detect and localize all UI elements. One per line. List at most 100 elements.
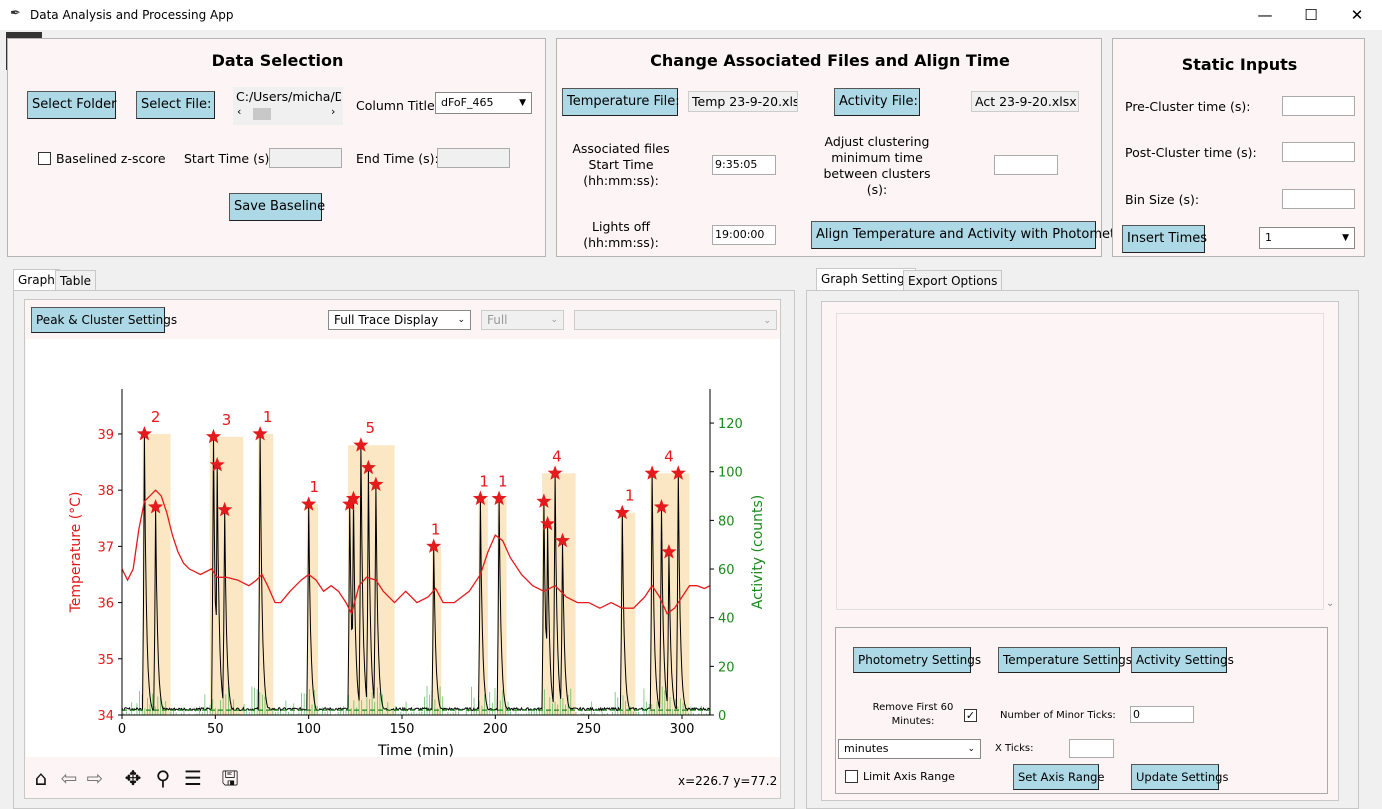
y-right-tick-label: 80 <box>718 514 735 529</box>
cluster-count-label: 4 <box>664 447 674 465</box>
tab-table[interactable]: Table <box>55 270 97 291</box>
column-title-select[interactable]: dFoF_465 ▼ <box>435 92 532 114</box>
home-icon[interactable]: ⌂ <box>28 766 54 790</box>
static-inputs-title: Static Inputs <box>1181 55 1298 74</box>
column-title-label: Column Title: <box>356 98 439 113</box>
configure-subplots-icon[interactable]: ☰ <box>180 766 206 790</box>
bin-size-input[interactable] <box>1282 189 1355 209</box>
lights-off-label: Lights off (hh:mm:ss): <box>583 219 659 250</box>
chevron-down-icon: ⌄ <box>457 315 465 325</box>
save-icon[interactable]: 🖫 <box>217 766 243 790</box>
y-right-tick-label: 20 <box>718 660 735 675</box>
y-left-tick-label: 36 <box>97 597 114 612</box>
maximize-button[interactable]: ☐ <box>1288 0 1334 30</box>
start-time-input[interactable]: 9:35:05 <box>712 155 776 175</box>
cluster-count-label: 1 <box>263 408 273 426</box>
save-baseline-button[interactable]: Save Baseline <box>229 193 325 221</box>
limit-axis-checkbox[interactable] <box>845 770 858 783</box>
cluster-time-input[interactable] <box>994 155 1058 175</box>
temperature-file-value: Temp 23-9-20.xlsx <box>688 91 798 112</box>
align-button[interactable]: Align Temperature and Activity with Phot… <box>811 221 1128 249</box>
peak-cluster-settings-button[interactable]: Peak & Cluster Settings <box>31 307 177 333</box>
scroll-right-icon[interactable]: › <box>331 105 335 118</box>
range-mode-select[interactable]: Full ⌄ <box>481 310 564 330</box>
settings-controls: Photometry Settings Temperature Settings… <box>835 627 1328 794</box>
scroll-down-icon[interactable]: ⌄ <box>1326 598 1334 609</box>
pre-cluster-input[interactable] <box>1282 96 1355 116</box>
pan-icon[interactable]: ✥ <box>120 766 146 790</box>
select-folder-button[interactable]: Select Folder <box>27 91 116 119</box>
range-mode-value: Full <box>487 313 508 327</box>
associated-files-panel: Change Associated Files and Align Time T… <box>556 38 1128 257</box>
data-selection-panel: Data Selection Select Folder Select File… <box>7 38 546 257</box>
baselined-checkbox[interactable] <box>38 152 51 165</box>
remove-first-checkbox[interactable]: ✓ <box>964 709 977 722</box>
display-mode-select[interactable]: Full Trace Display ⌄ <box>328 310 471 330</box>
post-cluster-input[interactable] <box>1282 142 1355 162</box>
close-button[interactable]: ✕ <box>1334 0 1380 30</box>
x-ticks-input[interactable] <box>1069 739 1114 758</box>
tab-export-options[interactable]: Export Options <box>903 270 1003 291</box>
start-time-label: Associated files Start Time (hh:mm:ss): <box>572 141 670 188</box>
window-title: Data Analysis and Processing App <box>30 8 234 22</box>
insert-times-button[interactable]: Insert Times <box>1122 225 1207 253</box>
trace-chart[interactable]: 0 50 100 150 200 250 3003435363738390204060801… <box>26 339 780 757</box>
temperature-settings-button[interactable]: Temperature Settings <box>998 647 1132 673</box>
cluster-count-label: 1 <box>625 487 635 505</box>
chevron-down-icon: ⌄ <box>763 316 771 326</box>
path-field[interactable]: C:/Users/micha/De ‹ › <box>233 87 343 125</box>
time-units-select[interactable]: minutes ⌄ <box>838 739 981 759</box>
end-time-input[interactable] <box>437 148 510 168</box>
y-axis-label-right: Activity (counts) <box>750 495 766 610</box>
remove-first-label: Remove First 60 Minutes: <box>872 702 954 727</box>
x-tick-label: 150 <box>390 722 415 737</box>
pre-cluster-label: Pre-Cluster time (s): <box>1125 99 1251 114</box>
select-file-button[interactable]: Select File: <box>136 91 215 119</box>
data-selection-title: Data Selection <box>211 51 344 70</box>
minimize-button[interactable]: — <box>1242 0 1288 30</box>
cluster-count-label: 4 <box>552 447 562 465</box>
chart-canvas[interactable]: 0 50 100 150 200 250 300 34 35 36 37 38 39 0 20 40 60 80 1… <box>26 339 780 757</box>
chevron-down-icon: ▼ <box>1342 233 1349 243</box>
cluster-count-label: 2 <box>151 408 161 426</box>
activity-settings-button[interactable]: Activity Settings <box>1131 647 1234 673</box>
x-tick-label: 300 <box>670 722 695 737</box>
scroll-left-icon[interactable]: ‹ <box>237 105 241 118</box>
photometry-settings-button[interactable]: Photometry Settings <box>853 647 981 673</box>
chevron-down-icon: ⌄ <box>967 744 975 754</box>
path-value: C:/Users/micha/De <box>236 89 341 104</box>
chevron-down-icon: ⌄ <box>550 315 558 325</box>
minor-ticks-label: Number of Minor Ticks: <box>1000 710 1116 721</box>
lights-off-input[interactable]: 19:00:00 <box>712 225 776 245</box>
path-scrollbar[interactable]: ‹ › <box>237 105 339 121</box>
graph-frame: Peak & Cluster Settings Full Trace Displ… <box>24 299 781 799</box>
baselined-label: Baselined z-score <box>56 151 166 166</box>
x-tick-label: 200 <box>483 722 508 737</box>
time-units-value: minutes <box>844 742 889 755</box>
insert-times-value: 1 <box>1265 231 1272 244</box>
set-axis-range-button[interactable]: Set Axis Range <box>1013 764 1105 790</box>
zoom-icon[interactable]: ⚲ <box>150 766 176 790</box>
cluster-time-label: Adjust clustering minimum time between c… <box>823 134 931 197</box>
feather-icon: ✒ <box>10 6 21 21</box>
insert-times-select[interactable]: 1 ▼ <box>1259 227 1355 249</box>
tab-graph-settings[interactable]: Graph Settings <box>816 268 916 291</box>
x-tick-label: 0 <box>118 722 126 737</box>
tab-graph[interactable]: Graph <box>13 269 60 291</box>
start-time-input[interactable] <box>269 148 342 168</box>
scroll-thumb[interactable] <box>253 108 271 120</box>
cluster-count-label: 1 <box>309 478 319 496</box>
y-right-tick-label: 60 <box>718 563 735 578</box>
temperature-file-button[interactable]: Temperature File: <box>562 88 680 116</box>
x-tick-label: 50 <box>207 722 224 737</box>
minor-ticks-input[interactable]: 0 <box>1130 706 1194 723</box>
y-left-tick-label: 37 <box>97 540 114 555</box>
back-icon[interactable]: ⇦ <box>56 766 82 790</box>
segment-select[interactable]: ⌄ <box>574 310 777 330</box>
activity-file-button[interactable]: Activity File: <box>834 88 920 116</box>
update-settings-button[interactable]: Update Settings <box>1131 764 1228 790</box>
y-right-tick-label: 0 <box>718 709 726 724</box>
cluster-count-label: 1 <box>431 520 441 538</box>
forward-icon[interactable]: ⇨ <box>82 766 108 790</box>
x-ticks-label: X Ticks: <box>995 743 1034 754</box>
